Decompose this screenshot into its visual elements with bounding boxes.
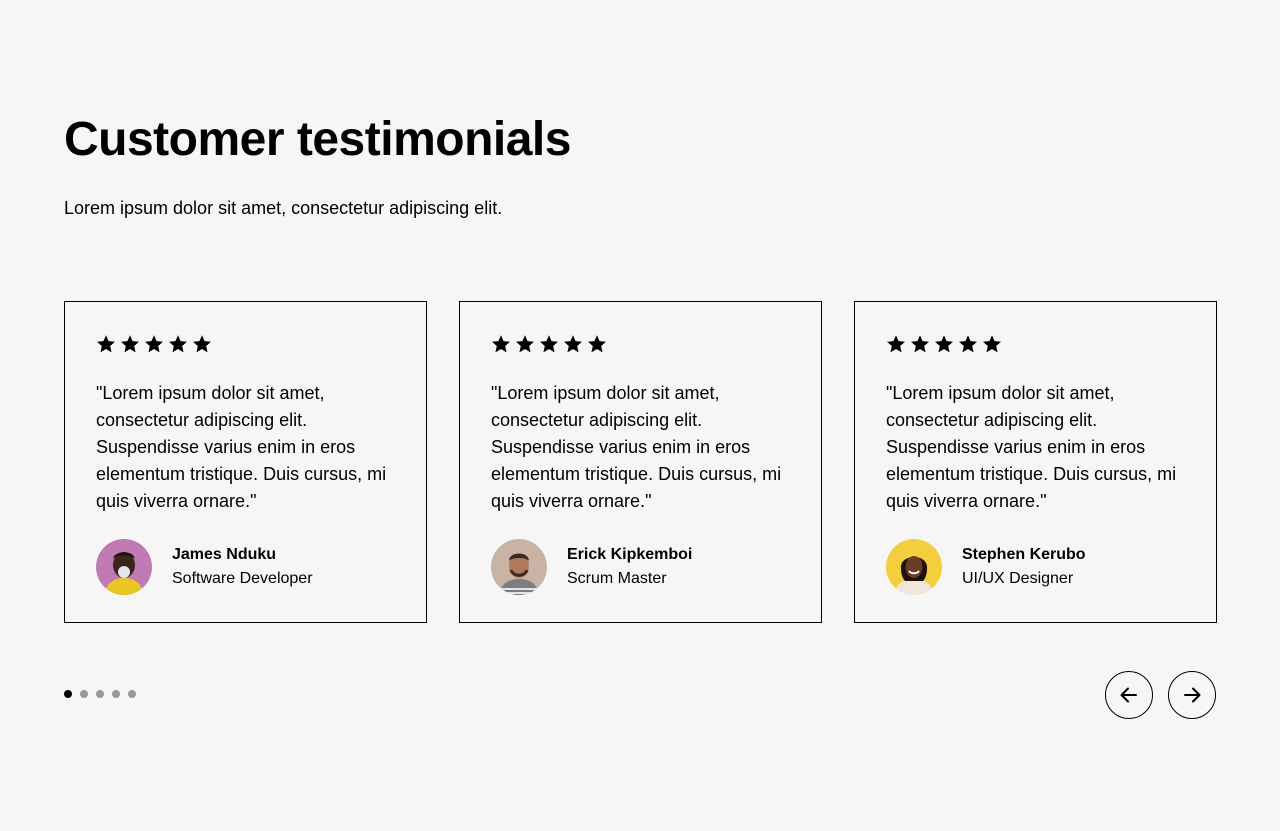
testimonial-cards: "Lorem ipsum dolor sit amet, consectetur… (64, 301, 1217, 623)
star-icon (121, 335, 139, 353)
star-icon (145, 335, 163, 353)
star-icon (564, 335, 582, 353)
avatar (96, 539, 152, 595)
star-icon (959, 335, 977, 353)
testimonial-quote: "Lorem ipsum dolor sit amet, consectetur… (886, 383, 1177, 511)
testimonial-card: "Lorem ipsum dolor sit amet, consectetur… (64, 301, 427, 623)
star-icon (97, 335, 115, 353)
star-icon (935, 335, 953, 353)
author-info: Stephen Kerubo UI/UX Designer (962, 543, 1086, 591)
testimonial-author: James Nduku Software Developer (96, 539, 395, 595)
star-icon (516, 335, 534, 353)
author-info: Erick Kipkemboi Scrum Master (567, 543, 692, 591)
star-icon (911, 335, 929, 353)
testimonial-card: "Lorem ipsum dolor sit amet, consectetur… (854, 301, 1217, 623)
author-name: Stephen Kerubo (962, 546, 1086, 563)
star-rating (491, 333, 790, 357)
pagination-dot-active[interactable] (64, 690, 72, 698)
testimonials-section: Customer testimonials Lorem ipsum dolor … (0, 0, 1280, 831)
star-icon (540, 335, 558, 353)
author-role: Software Developer (172, 570, 313, 587)
slider-pagination (64, 690, 136, 698)
avatar (886, 539, 942, 595)
pagination-dot[interactable] (112, 690, 120, 698)
pagination-dot[interactable] (80, 690, 88, 698)
page-subtitle: Lorem ipsum dolor sit amet, consectetur … (64, 198, 503, 218)
star-icon (169, 335, 187, 353)
pagination-dot[interactable] (96, 690, 104, 698)
star-rating (886, 333, 1185, 357)
testimonial-author: Stephen Kerubo UI/UX Designer (886, 539, 1185, 595)
testimonial-quote: "Lorem ipsum dolor sit amet, consectetur… (491, 383, 782, 511)
pagination-dot[interactable] (128, 690, 136, 698)
author-name: James Nduku (172, 546, 277, 563)
page-title: Customer testimonials (64, 113, 571, 166)
star-icon (887, 335, 905, 353)
testimonial-author: Erick Kipkemboi Scrum Master (491, 539, 790, 595)
author-info: James Nduku Software Developer (172, 543, 313, 591)
testimonial-quote: "Lorem ipsum dolor sit amet, consectetur… (96, 383, 387, 511)
arrow-right-icon (1184, 687, 1201, 703)
author-role: Scrum Master (567, 570, 667, 587)
next-slide-button[interactable] (1168, 671, 1216, 719)
previous-slide-button[interactable] (1105, 671, 1153, 719)
star-icon (588, 335, 606, 353)
star-rating (96, 333, 395, 357)
star-icon (983, 335, 1001, 353)
star-icon (492, 335, 510, 353)
avatar (491, 539, 547, 595)
testimonial-card: "Lorem ipsum dolor sit amet, consectetur… (459, 301, 822, 623)
author-role: UI/UX Designer (962, 570, 1074, 587)
author-name: Erick Kipkemboi (567, 546, 693, 563)
arrow-left-icon (1120, 687, 1137, 703)
star-icon (193, 335, 211, 353)
